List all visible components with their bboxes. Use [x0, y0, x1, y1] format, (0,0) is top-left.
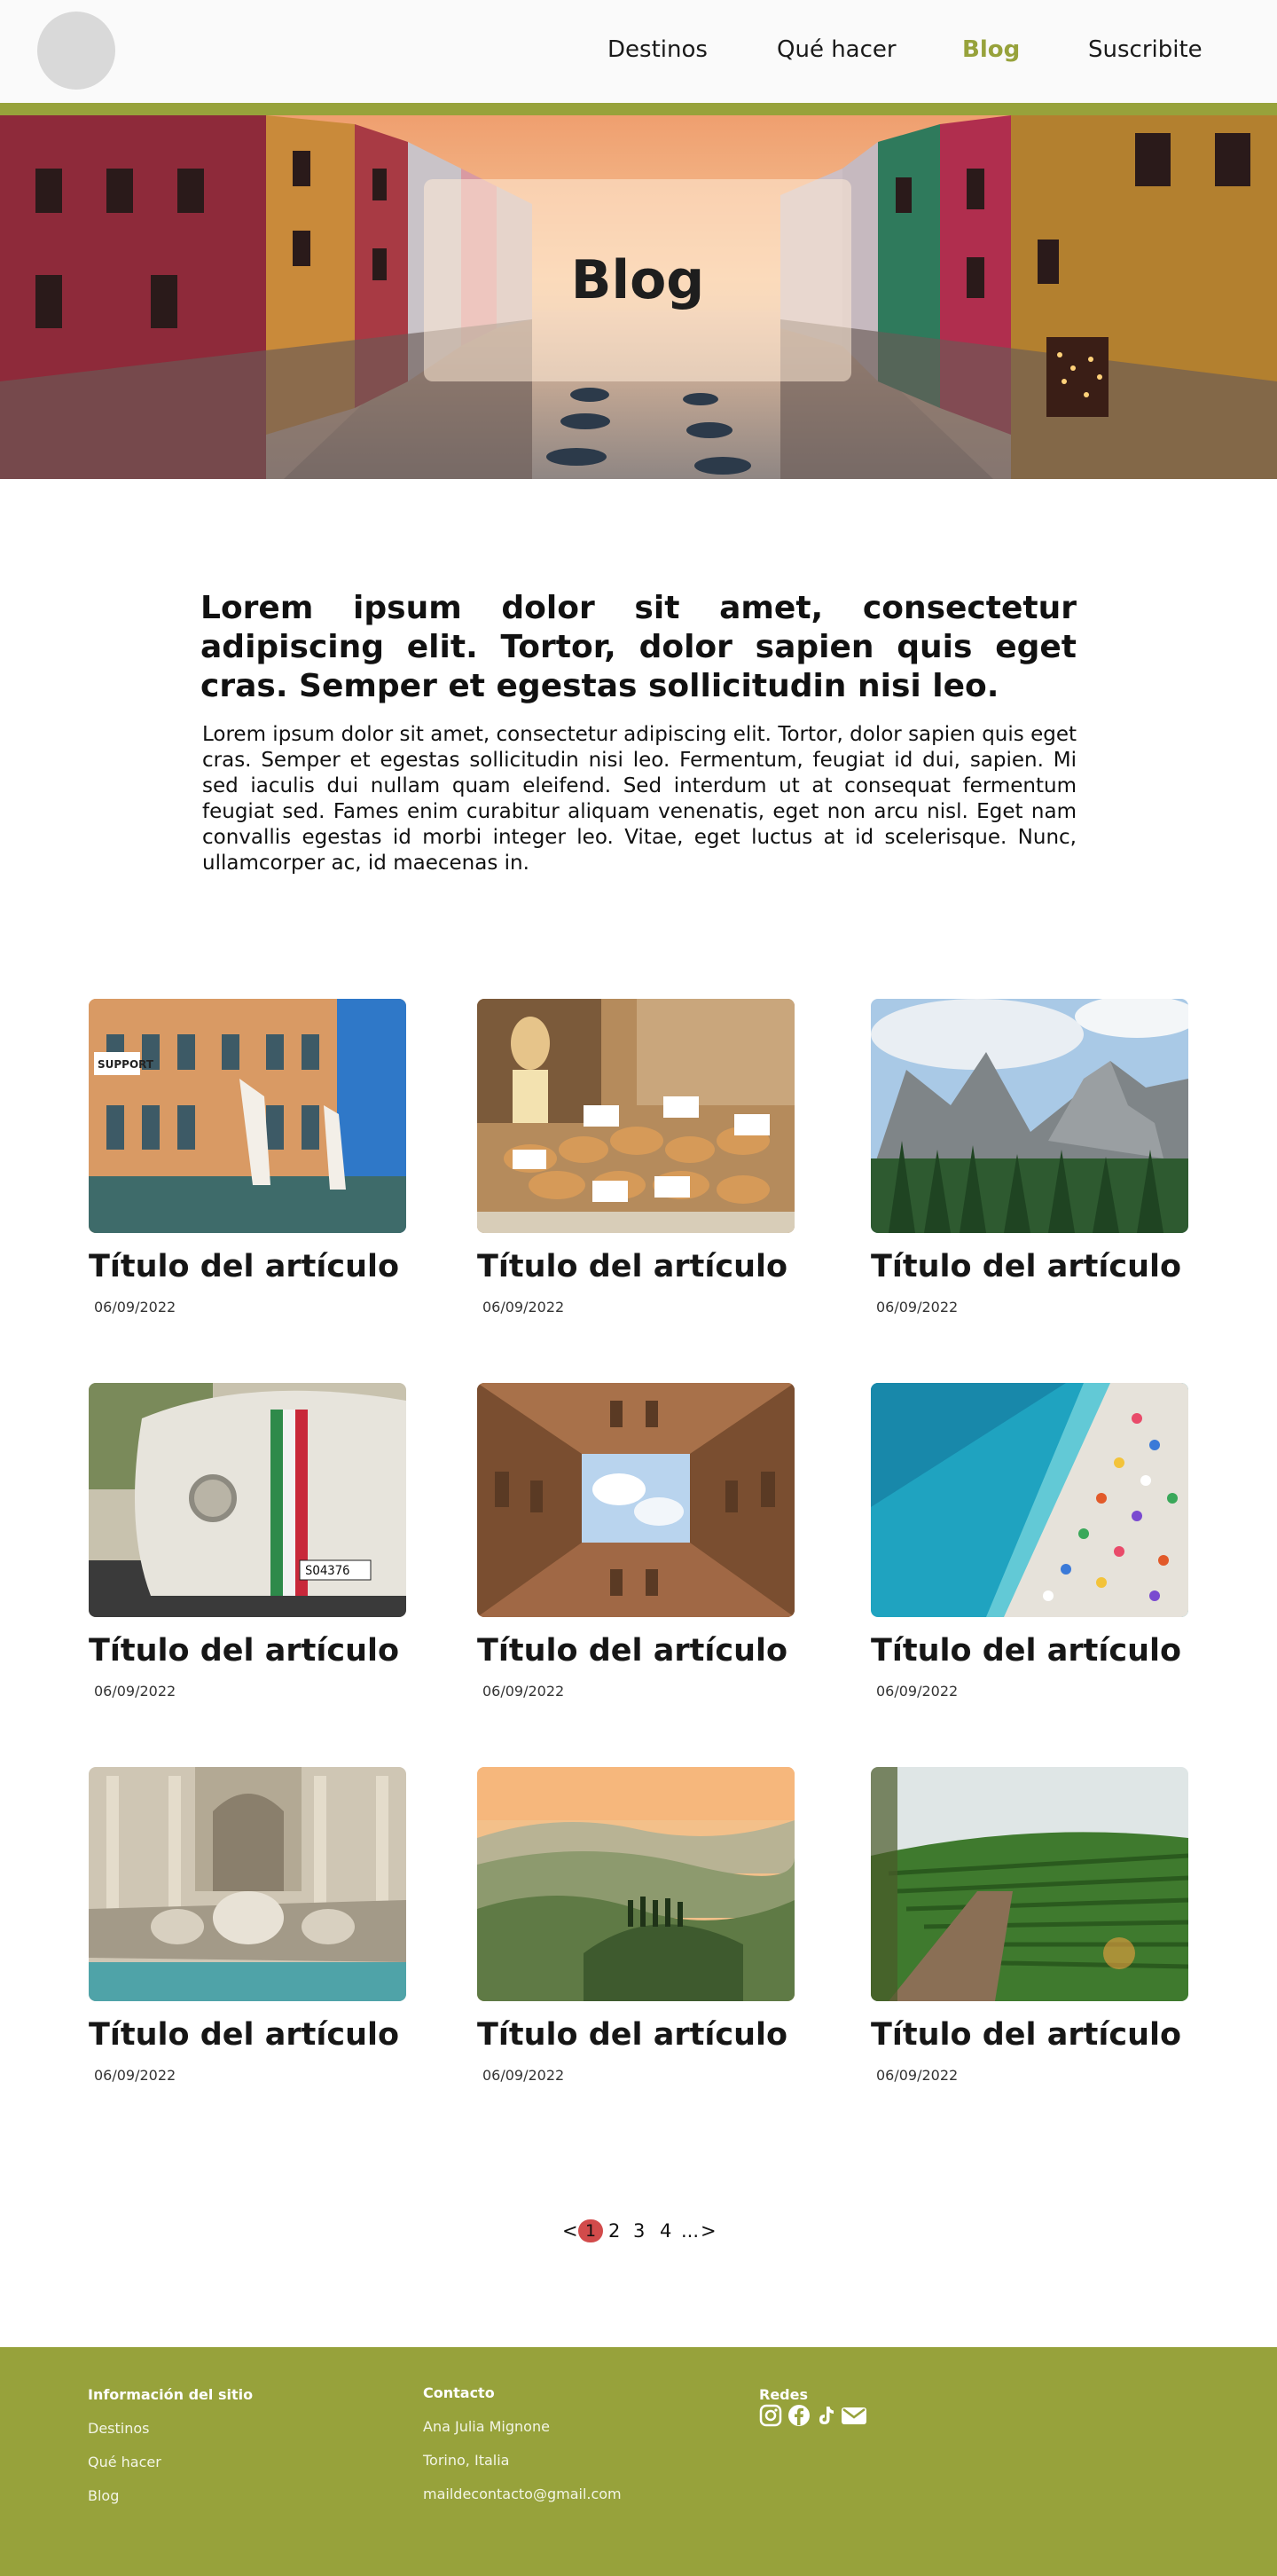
- article-title: Título del artículo: [89, 2017, 400, 2053]
- nav-blog[interactable]: Blog: [962, 32, 1020, 67]
- pagination-page-current[interactable]: 1: [578, 2219, 603, 2242]
- pagination-page[interactable]: 2: [608, 2218, 620, 2244]
- nav-que-hacer[interactable]: Qué hacer: [777, 32, 897, 67]
- site-header: Destinos Qué hacer Blog Suscribite: [0, 0, 1277, 103]
- article-date: 06/09/2022: [94, 1683, 176, 1700]
- footer-contact-location: Torino, Italia: [423, 2452, 510, 2469]
- article-title: Título del artículo: [871, 1249, 1182, 1284]
- header-accent-bar: [0, 103, 1277, 115]
- svg-text:SO4376: SO4376: [305, 1564, 350, 1578]
- footer-contact-name: Ana Julia Mignone: [423, 2418, 550, 2435]
- article-image-trevi: [89, 1767, 406, 2001]
- article-title: Título del artículo: [477, 1249, 788, 1284]
- article-card[interactable]: Título del artículo 06/09/2022: [477, 1767, 795, 2086]
- main-nav: Destinos Qué hacer Blog Suscribite: [0, 32, 1277, 67]
- article-date: 06/09/2022: [876, 2067, 959, 2084]
- social-icons: [759, 2404, 883, 2427]
- article-card[interactable]: Título del artículo 06/09/2022: [477, 1383, 795, 1702]
- site-footer: [0, 2347, 1277, 2576]
- svg-text:SUPPORT: SUPPORT: [98, 1058, 154, 1071]
- footer-contact-heading: Contacto: [423, 2384, 495, 2401]
- pagination-prev[interactable]: <: [562, 2218, 578, 2244]
- nav-suscribite[interactable]: Suscribite: [1088, 32, 1203, 67]
- intro-heading: Lorem ipsum dolor sit amet, consectetur …: [200, 590, 1077, 704]
- article-card[interactable]: Título del artículo 06/09/2022: [89, 1767, 406, 2086]
- footer-social-heading: Redes: [759, 2386, 808, 2403]
- article-image-bakery: [477, 999, 795, 1233]
- facebook-icon[interactable]: [787, 2404, 811, 2427]
- footer-contact-email[interactable]: maildecontacto@gmail.com: [423, 2486, 622, 2503]
- page-title: Blog: [570, 249, 705, 311]
- nav-destinos[interactable]: Destinos: [607, 32, 708, 67]
- article-title: Título del artículo: [871, 1633, 1182, 1669]
- pagination-page[interactable]: 4: [660, 2218, 671, 2244]
- article-date: 06/09/2022: [482, 2067, 565, 2084]
- article-card[interactable]: Título del artículo 06/09/2022: [871, 1767, 1188, 2086]
- article-image-tuscany: [477, 1767, 795, 2001]
- article-image-venice-hands: SUPPORT: [89, 999, 406, 1233]
- footer-site-info-heading: Información del sitio: [88, 2386, 254, 2403]
- article-date: 06/09/2022: [482, 1299, 565, 1315]
- pagination-page[interactable]: 3: [633, 2218, 645, 2244]
- mail-icon[interactable]: [841, 2404, 867, 2427]
- article-image-courtyard: [477, 1383, 795, 1617]
- article-date: 06/09/2022: [876, 1683, 959, 1700]
- article-title: Título del artículo: [871, 2017, 1182, 2053]
- footer-link-destinos[interactable]: Destinos: [88, 2420, 149, 2438]
- article-date: 06/09/2022: [482, 1683, 565, 1700]
- article-date: 06/09/2022: [876, 1299, 959, 1315]
- article-image-mountains: [871, 999, 1188, 1233]
- tiktok-icon[interactable]: [814, 2404, 837, 2427]
- pagination-ellipsis: ...: [681, 2220, 700, 2242]
- article-card[interactable]: Título del artículo 06/09/2022: [871, 1383, 1188, 1702]
- footer-link-que-hacer[interactable]: Qué hacer: [88, 2454, 161, 2471]
- footer-link-blog[interactable]: Blog: [88, 2487, 119, 2505]
- pagination: < 1 2 3 4 ... >: [562, 2218, 722, 2244]
- article-image-fiat: SO4376: [89, 1383, 406, 1617]
- instagram-icon[interactable]: [759, 2404, 782, 2427]
- article-title: Título del artículo: [477, 1633, 788, 1669]
- article-image-vineyard: [871, 1767, 1188, 2001]
- hero-banner: Blog: [0, 115, 1277, 479]
- article-title: Título del artículo: [477, 2017, 788, 2053]
- article-card[interactable]: SUPPORT Título del artículo 06/09/2022: [89, 999, 406, 1318]
- pagination-next[interactable]: >: [701, 2218, 717, 2244]
- intro-paragraph: Lorem ipsum dolor sit amet, consectetur …: [202, 723, 1077, 875]
- article-date: 06/09/2022: [94, 1299, 176, 1315]
- article-title: Título del artículo: [89, 1633, 400, 1669]
- article-card[interactable]: Título del artículo 06/09/2022: [477, 999, 795, 1318]
- article-title: Título del artículo: [89, 1249, 400, 1284]
- article-image-beach: [871, 1383, 1188, 1617]
- article-card[interactable]: Título del artículo 06/09/2022: [871, 999, 1188, 1318]
- article-date: 06/09/2022: [94, 2067, 176, 2084]
- article-card[interactable]: SO4376 Título del artículo 06/09/2022: [89, 1383, 406, 1702]
